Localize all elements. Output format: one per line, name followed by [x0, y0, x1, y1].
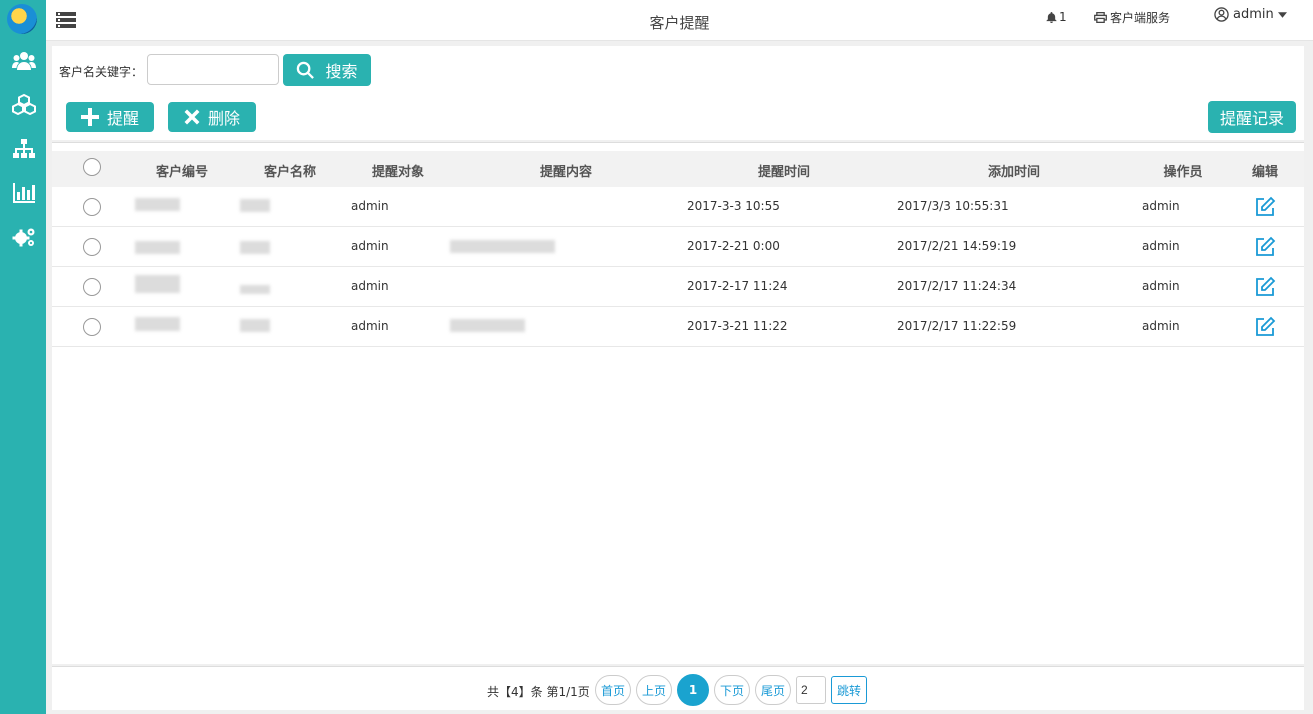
- pagination: 共【4】条 第1/1页 首页 上页 1 下页 尾页 跳转: [52, 666, 1304, 710]
- gears-icon[interactable]: [12, 226, 36, 248]
- header-target: 提醒对象: [371, 165, 424, 180]
- last-page-button[interactable]: 尾页: [755, 675, 791, 705]
- user-menu[interactable]: admin: [1214, 7, 1287, 22]
- remind-target: admin: [351, 279, 389, 293]
- client-service-link[interactable]: 客户端服务: [1094, 9, 1170, 26]
- table-header: 客户编号 客户名称 提醒对象 提醒内容 提醒时间 添加时间 操作员 编辑: [52, 151, 1304, 187]
- table-row: admin 2017-2-17 11:24 2017/2/17 11:24:34…: [52, 267, 1304, 307]
- caret-down-icon: [1277, 11, 1287, 18]
- bar-chart-icon[interactable]: [12, 182, 36, 204]
- operator: admin: [1142, 239, 1180, 253]
- remind-table: 客户编号 客户名称 提醒对象 提醒内容 提醒时间 添加时间 操作员 编辑 adm…: [52, 142, 1304, 664]
- users-icon[interactable]: [12, 50, 36, 72]
- delete-button[interactable]: 删除: [168, 102, 256, 132]
- header-customer-name: 客户名称: [263, 165, 316, 180]
- printer-icon: [1094, 12, 1107, 23]
- remind-time: 2017-2-21 0:00: [687, 239, 780, 253]
- header-content: 提醒内容: [539, 165, 592, 180]
- sitemap-icon[interactable]: [12, 138, 36, 160]
- sidebar: [0, 0, 46, 714]
- remind-target: admin: [351, 199, 389, 213]
- add-remind-button[interactable]: 提醒: [66, 102, 154, 132]
- content-redacted: [450, 319, 525, 332]
- header-operator: 操作员: [1163, 165, 1203, 180]
- remind-target: admin: [351, 319, 389, 333]
- header-customer-no: 客户编号: [155, 165, 208, 180]
- remind-time: 2017-3-21 11:22: [687, 319, 788, 333]
- pagination-info: 共【4】条 第1/1页: [487, 685, 590, 699]
- customer-no-redacted: [135, 198, 180, 211]
- operator: admin: [1142, 319, 1180, 333]
- row-select-radio[interactable]: [83, 238, 101, 256]
- customer-name-redacted: [240, 241, 270, 254]
- row-select-radio[interactable]: [83, 278, 101, 296]
- top-bar: 客户提醒 1 客户端服务 admin: [46, 0, 1313, 41]
- search-icon: [297, 61, 315, 79]
- edit-icon[interactable]: [1254, 276, 1276, 298]
- operator: admin: [1142, 279, 1180, 293]
- add-time: 2017/2/21 14:59:19: [897, 239, 1017, 253]
- delete-button-label: 删除: [207, 109, 240, 128]
- search-button[interactable]: 搜索: [283, 54, 371, 86]
- bell-icon: [1046, 11, 1057, 23]
- first-page-button[interactable]: 首页: [595, 675, 631, 705]
- app-logo: [7, 4, 37, 34]
- prev-page-button[interactable]: 上页: [636, 675, 672, 705]
- next-page-button[interactable]: 下页: [714, 675, 750, 705]
- plus-icon: [80, 108, 99, 126]
- customer-no-redacted: [135, 317, 180, 331]
- customer-name-search-input[interactable]: [147, 54, 279, 85]
- customer-name-redacted: [240, 285, 270, 294]
- row-select-radio[interactable]: [83, 198, 101, 216]
- user-circle-icon: [1214, 7, 1229, 22]
- add-time: 2017/2/17 11:24:34: [897, 279, 1017, 293]
- edit-icon[interactable]: [1254, 316, 1276, 338]
- remind-button-label: 提醒: [106, 109, 139, 128]
- jump-page-input[interactable]: [796, 676, 826, 704]
- client-service-label: 客户端服务: [1110, 11, 1171, 25]
- search-label: 客户名关键字：: [59, 65, 144, 79]
- header-remind-time: 提醒时间: [757, 165, 810, 180]
- edit-icon[interactable]: [1254, 236, 1276, 258]
- add-time: 2017/2/17 11:22:59: [897, 319, 1017, 333]
- cubes-icon[interactable]: [12, 93, 36, 115]
- edit-icon[interactable]: [1254, 196, 1276, 218]
- add-time: 2017/3/3 10:55:31: [897, 199, 1009, 213]
- customer-no-redacted: [135, 275, 180, 293]
- search-button-label: 搜索: [325, 62, 358, 81]
- table-row: admin 2017-2-21 0:00 2017/2/21 14:59:19 …: [52, 227, 1304, 267]
- remind-time: 2017-3-3 10:55: [687, 199, 780, 213]
- close-icon: [184, 109, 200, 125]
- customer-no-redacted: [135, 241, 180, 254]
- remind-target: admin: [351, 239, 389, 253]
- jump-button[interactable]: 跳转: [831, 676, 867, 704]
- notification-button[interactable]: 1: [1046, 10, 1067, 24]
- table-row: admin 2017-3-21 11:22 2017/2/17 11:22:59…: [52, 307, 1304, 347]
- table-row: admin 2017-3-3 10:55 2017/3/3 10:55:31 a…: [52, 187, 1304, 227]
- customer-name-redacted: [240, 199, 270, 212]
- select-all-radio[interactable]: [83, 158, 101, 176]
- header-add-time: 添加时间: [987, 165, 1040, 180]
- customer-name-redacted: [240, 319, 270, 332]
- user-name: admin: [1233, 7, 1274, 22]
- remind-log-button[interactable]: 提醒记录: [1208, 101, 1296, 133]
- current-page-button[interactable]: 1: [677, 674, 709, 706]
- row-select-radio[interactable]: [83, 318, 101, 336]
- operator: admin: [1142, 199, 1180, 213]
- remind-time: 2017-2-17 11:24: [687, 279, 788, 293]
- search-toolbar-panel: 客户名关键字： 搜索 提醒 删除 提醒记录: [52, 46, 1304, 140]
- content-redacted: [450, 240, 555, 253]
- header-edit: 编辑: [1251, 165, 1278, 180]
- notification-count: 1: [1059, 10, 1067, 24]
